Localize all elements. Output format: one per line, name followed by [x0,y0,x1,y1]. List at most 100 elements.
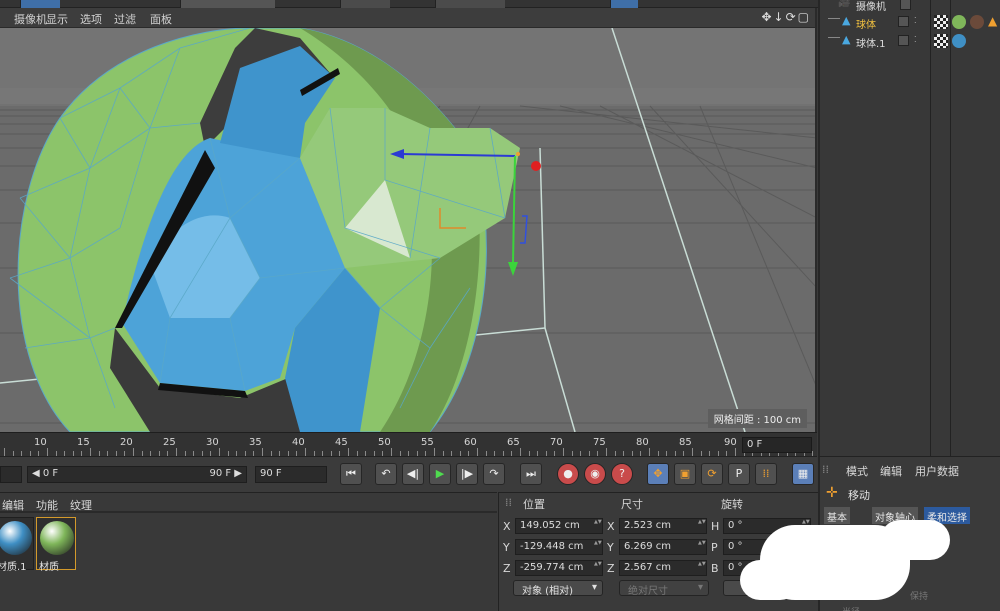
timeline-tick [735,448,736,456]
axis-label: X [607,520,615,533]
go-to-start-button[interactable]: ⏮ [340,463,362,485]
viewport-menu-bar: 摄像机 显示 选项 过滤 面板 ✥↓⟳▢ [0,8,815,28]
timeline-ruler[interactable]: 10 15 20 25 30 35 40 45 50 55 60 65 70 7… [0,432,817,456]
attribute-menu-mode[interactable]: 模式 [846,463,868,479]
frame-stepper[interactable] [0,466,22,483]
timeline-tick-label: 40 [292,437,305,448]
active-tool-label: 移动 [848,489,870,502]
material-tile-1[interactable]: 材质.1 [0,517,34,573]
timeline-window-icon[interactable]: ▦ [792,463,814,485]
tree-line [828,37,840,38]
rotate-tool-button[interactable]: ⟳ [701,463,723,485]
attribute-menu-edit[interactable]: 编辑 [880,463,902,479]
tree-line [828,18,840,19]
viewport-menu-display[interactable]: 显示 [46,11,68,27]
go-to-end-button[interactable]: ⏭ [520,463,542,485]
move-tool-button[interactable]: ✥ [647,463,669,485]
position-z-field[interactable]: -259.774 cm [515,560,603,576]
previous-key-button[interactable]: ↶ [375,463,397,485]
toolbar-button[interactable] [610,0,638,8]
top-toolbar-strip [0,0,820,8]
object-row-sphere-1[interactable]: ▲ 球体.1 ⁚ [820,32,1000,51]
max-frame-field[interactable]: 90 F [255,466,327,483]
timeline-tick [47,448,48,456]
rotation-header: 旋转 [721,498,743,511]
play-button[interactable]: ▶ [429,463,451,485]
keyframe-selection-button[interactable]: ? [611,463,633,485]
toolbar-button[interactable] [340,0,390,8]
timeline-tick-label: 70 [550,437,563,448]
viewport-menu-camera[interactable]: 摄像机 [14,11,47,27]
sphere-icon: ▲ [842,14,851,27]
viewport-menu-options[interactable]: 选项 [80,11,102,27]
attribute-label: 保持 [910,592,929,602]
position-header: 位置 [523,498,545,511]
preview-start-value: ◀ 0 F [32,468,59,479]
position-x-field[interactable]: 149.052 cm [515,518,603,534]
attribute-menu-userdata[interactable]: 用户数据 [915,463,959,479]
preview-range-field[interactable]: ◀ 0 F 90 F ▶ [27,466,247,483]
viewport-3d-scene[interactable] [0,28,817,432]
timeline-tick [4,448,5,456]
size-z-field[interactable]: 2.567 cm [619,560,707,576]
scale-tool-button[interactable]: ▣ [674,463,696,485]
material-preview-ball [40,521,74,555]
object-row-sphere[interactable]: ▲ 球体 ⁚ ▲ [820,13,1000,32]
timeline-tick-label: 45 [335,437,348,448]
timeline-tick [90,448,91,456]
viewport-nav-icons[interactable]: ✥↓⟳▢ [761,10,811,24]
axis-label: Y [607,541,614,554]
timeline-tick-label: 75 [593,437,606,448]
visibility-toggle[interactable] [898,16,909,27]
next-key-button[interactable]: ↷ [483,463,505,485]
next-frame-button[interactable]: |▶ [456,463,478,485]
material-name: 材质 [39,562,59,573]
timeline-tick-label: 60 [464,437,477,448]
timeline-tick-label: 20 [120,437,133,448]
record-button[interactable]: ● [557,463,579,485]
size-y-field[interactable]: 6.269 cm [619,539,707,555]
axis-label: Y [503,541,510,554]
point-level-button[interactable]: ⁞⁞ [755,463,777,485]
material-manager: 编辑 功能 纹理 材质.1 材质 [0,492,497,611]
viewport-panel[interactable]: 摄像机 显示 选项 过滤 面板 ✥↓⟳▢ 网格间距: 100 cm [0,8,817,432]
axis-label: B [711,562,719,575]
material-divider [0,511,497,513]
tab-basic[interactable]: 基本 [824,507,850,524]
camera-icon: 🎥 [838,0,851,8]
size-x-field[interactable]: 2.523 cm [619,518,707,534]
axis-label: Z [503,562,511,575]
axis-label: H [711,520,720,533]
object-name: 球体 [856,20,876,31]
timeline-tick-label: 55 [421,437,434,448]
viewport-menu-filter[interactable]: 过滤 [114,11,136,27]
previous-frame-button[interactable]: ◀| [402,463,424,485]
move-icon: ✛ [826,485,838,501]
phong-tag-icon [934,34,948,48]
visibility-toggle[interactable] [898,35,909,46]
visibility-toggle[interactable] [900,0,911,10]
current-frame-field[interactable]: 0 F [742,437,812,453]
size-mode-dropdown[interactable]: 绝对尺寸 ▾ [619,580,709,597]
viewport-menu-panel[interactable]: 面板 [150,11,172,27]
sphere-icon: ▲ [842,33,851,46]
timeline-tick [434,448,435,456]
parameter-key-button[interactable]: P [728,463,750,485]
material-tile-2[interactable]: 材质 [36,517,76,573]
timeline-tick [262,448,263,456]
axis-label: Z [607,562,615,575]
toolbar-button[interactable] [435,0,505,8]
object-manager: 🎥 摄像机 ▲ 球体 ⁚ ▲ ▲ 球体.1 ⁚ [818,0,1000,456]
chevron-down-icon: ▾ [697,582,703,593]
toolbar-button-group[interactable] [180,0,275,8]
position-y-field[interactable]: -129.448 cm [515,539,603,555]
autokey-button[interactable]: ◉ [584,463,606,485]
coordinate-mode-dropdown[interactable]: 对象 (相对) ▾ [513,580,603,597]
timeline-tick [563,448,564,456]
timeline-tick-label: 65 [507,437,520,448]
toolbar-button[interactable] [20,0,60,8]
dot-icon: ⁚ [914,16,917,25]
material-preview-ball [0,521,32,555]
object-row-camera[interactable]: 🎥 摄像机 [820,0,1000,14]
material-tag-icon [952,34,966,48]
